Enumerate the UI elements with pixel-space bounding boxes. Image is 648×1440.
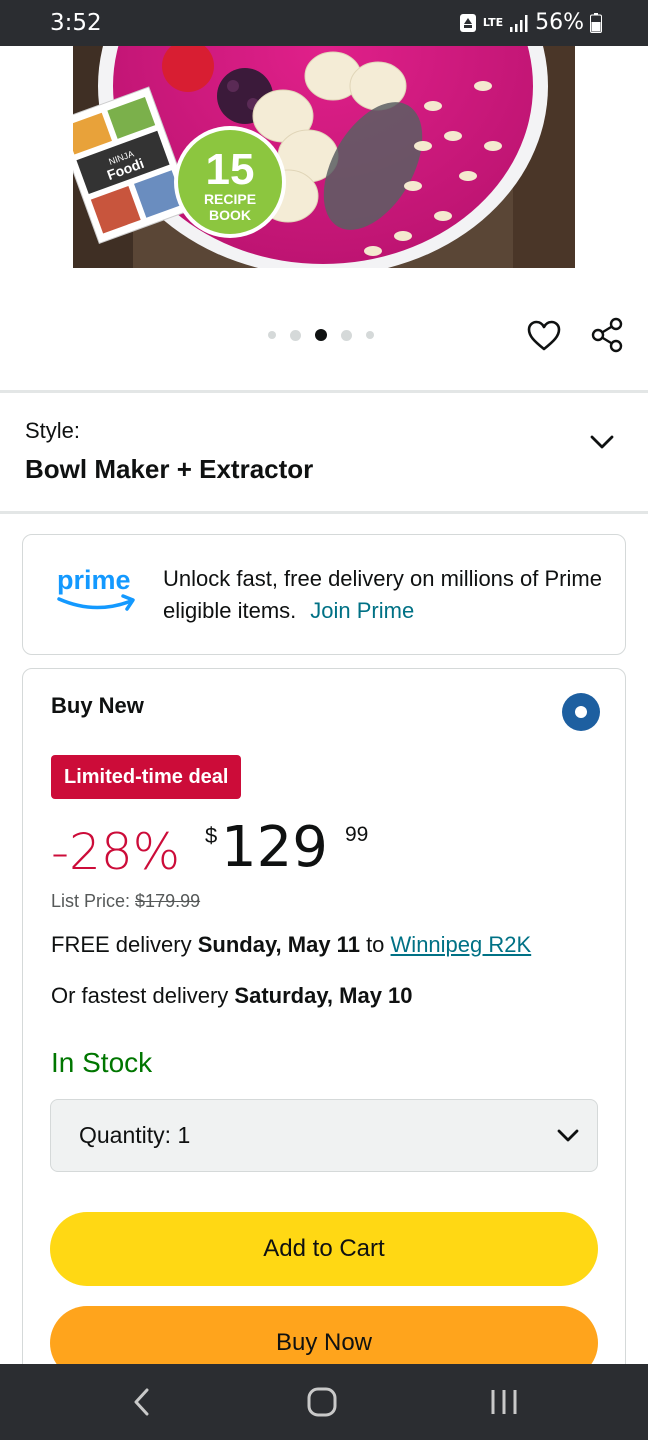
quantity-value: 1: [177, 1122, 191, 1148]
prime-logo-icon: prime: [57, 565, 135, 611]
style-value: Bowl Maker + Extractor: [25, 454, 314, 484]
section-divider: [0, 390, 648, 393]
buy-new-radio[interactable]: [562, 693, 600, 731]
price-currency: $: [205, 823, 218, 848]
add-to-cart-button[interactable]: Add to Cart: [50, 1212, 598, 1286]
buy-new-title: Buy New: [51, 693, 144, 718]
carousel-dot-active[interactable]: [315, 329, 327, 341]
join-prime-link[interactable]: Join Prime: [310, 598, 414, 623]
style-label: Style:: [25, 418, 81, 443]
chevron-down-icon: [557, 1129, 579, 1142]
prime-logo-text: prime: [57, 565, 131, 595]
delivery-location-link[interactable]: Winnipeg R2K: [391, 932, 532, 957]
price-whole: 129: [221, 815, 328, 880]
carousel-dot[interactable]: [341, 329, 352, 341]
fastest-prefix: Or fastest delivery: [51, 983, 229, 1008]
recents-icon: [491, 1390, 517, 1414]
home-icon: [307, 1387, 337, 1417]
prime-banner[interactable]: prime Unlock fast, free delivery on mill…: [22, 534, 626, 655]
style-selector[interactable]: Style: Bowl Maker + Extractor: [0, 394, 648, 512]
battery-percent: 56%: [535, 10, 584, 35]
product-image[interactable]: NINJA Foodi 15 RECIPE BOOK: [73, 46, 575, 268]
favorite-button[interactable]: [526, 318, 562, 354]
battery-icon: [590, 12, 602, 33]
quantity-select[interactable]: Quantity: 1: [50, 1099, 598, 1172]
status-bar: 3:52 LTE 56%: [0, 0, 648, 46]
chevron-down-icon: [590, 435, 614, 449]
delivery-date: Sunday, May 11: [197, 932, 360, 957]
back-icon: [134, 1388, 149, 1416]
delivery-prefix: FREE delivery: [51, 932, 192, 957]
system-nav-bar: [0, 1364, 648, 1440]
recipe-badge-number: 15: [206, 145, 255, 194]
delivery-info: FREE delivery Sunday, May 11 to Winnipeg…: [51, 932, 531, 958]
list-price-value: $179.99: [135, 891, 201, 911]
list-price-label: List Price:: [51, 891, 131, 911]
carousel-dot[interactable]: [366, 331, 374, 339]
delivery-to: to: [366, 932, 385, 957]
fastest-date: Saturday, May 10: [234, 983, 413, 1008]
quantity-label: Quantity: 1: [79, 1122, 190, 1149]
price-fraction: 99: [345, 823, 369, 846]
prime-message: Unlock fast, free delivery on millions o…: [163, 563, 603, 627]
carousel-dot[interactable]: [290, 329, 301, 341]
carousel-dots[interactable]: [268, 329, 374, 341]
fastest-delivery-info: Or fastest delivery Saturday, May 10: [51, 983, 413, 1009]
buy-box: Buy New Limited-time deal -28% $ 129 99 …: [22, 668, 626, 1408]
recipe-badge-line1: RECIPE: [204, 191, 256, 207]
status-time: 3:52: [50, 10, 102, 36]
home-button[interactable]: [302, 1384, 342, 1420]
section-divider: [0, 511, 648, 514]
status-indicators: LTE 56%: [459, 10, 602, 35]
discount-percent: -28%: [51, 823, 181, 881]
share-button[interactable]: [589, 316, 625, 354]
quantity-label-text: Quantity:: [79, 1122, 172, 1148]
share-icon: [591, 317, 623, 353]
heart-icon: [527, 320, 561, 351]
back-button[interactable]: [122, 1384, 162, 1420]
recents-button[interactable]: [484, 1384, 524, 1420]
deal-badge: Limited-time deal: [51, 755, 242, 799]
carousel-dot[interactable]: [268, 331, 276, 339]
recipe-badge-line2: BOOK: [209, 207, 251, 223]
recycle-notification-icon: [459, 13, 477, 33]
signal-icon: [509, 14, 529, 32]
stock-status: In Stock: [51, 1047, 153, 1078]
list-price: List Price: $179.99: [51, 891, 200, 912]
network-type: LTE: [482, 15, 504, 29]
